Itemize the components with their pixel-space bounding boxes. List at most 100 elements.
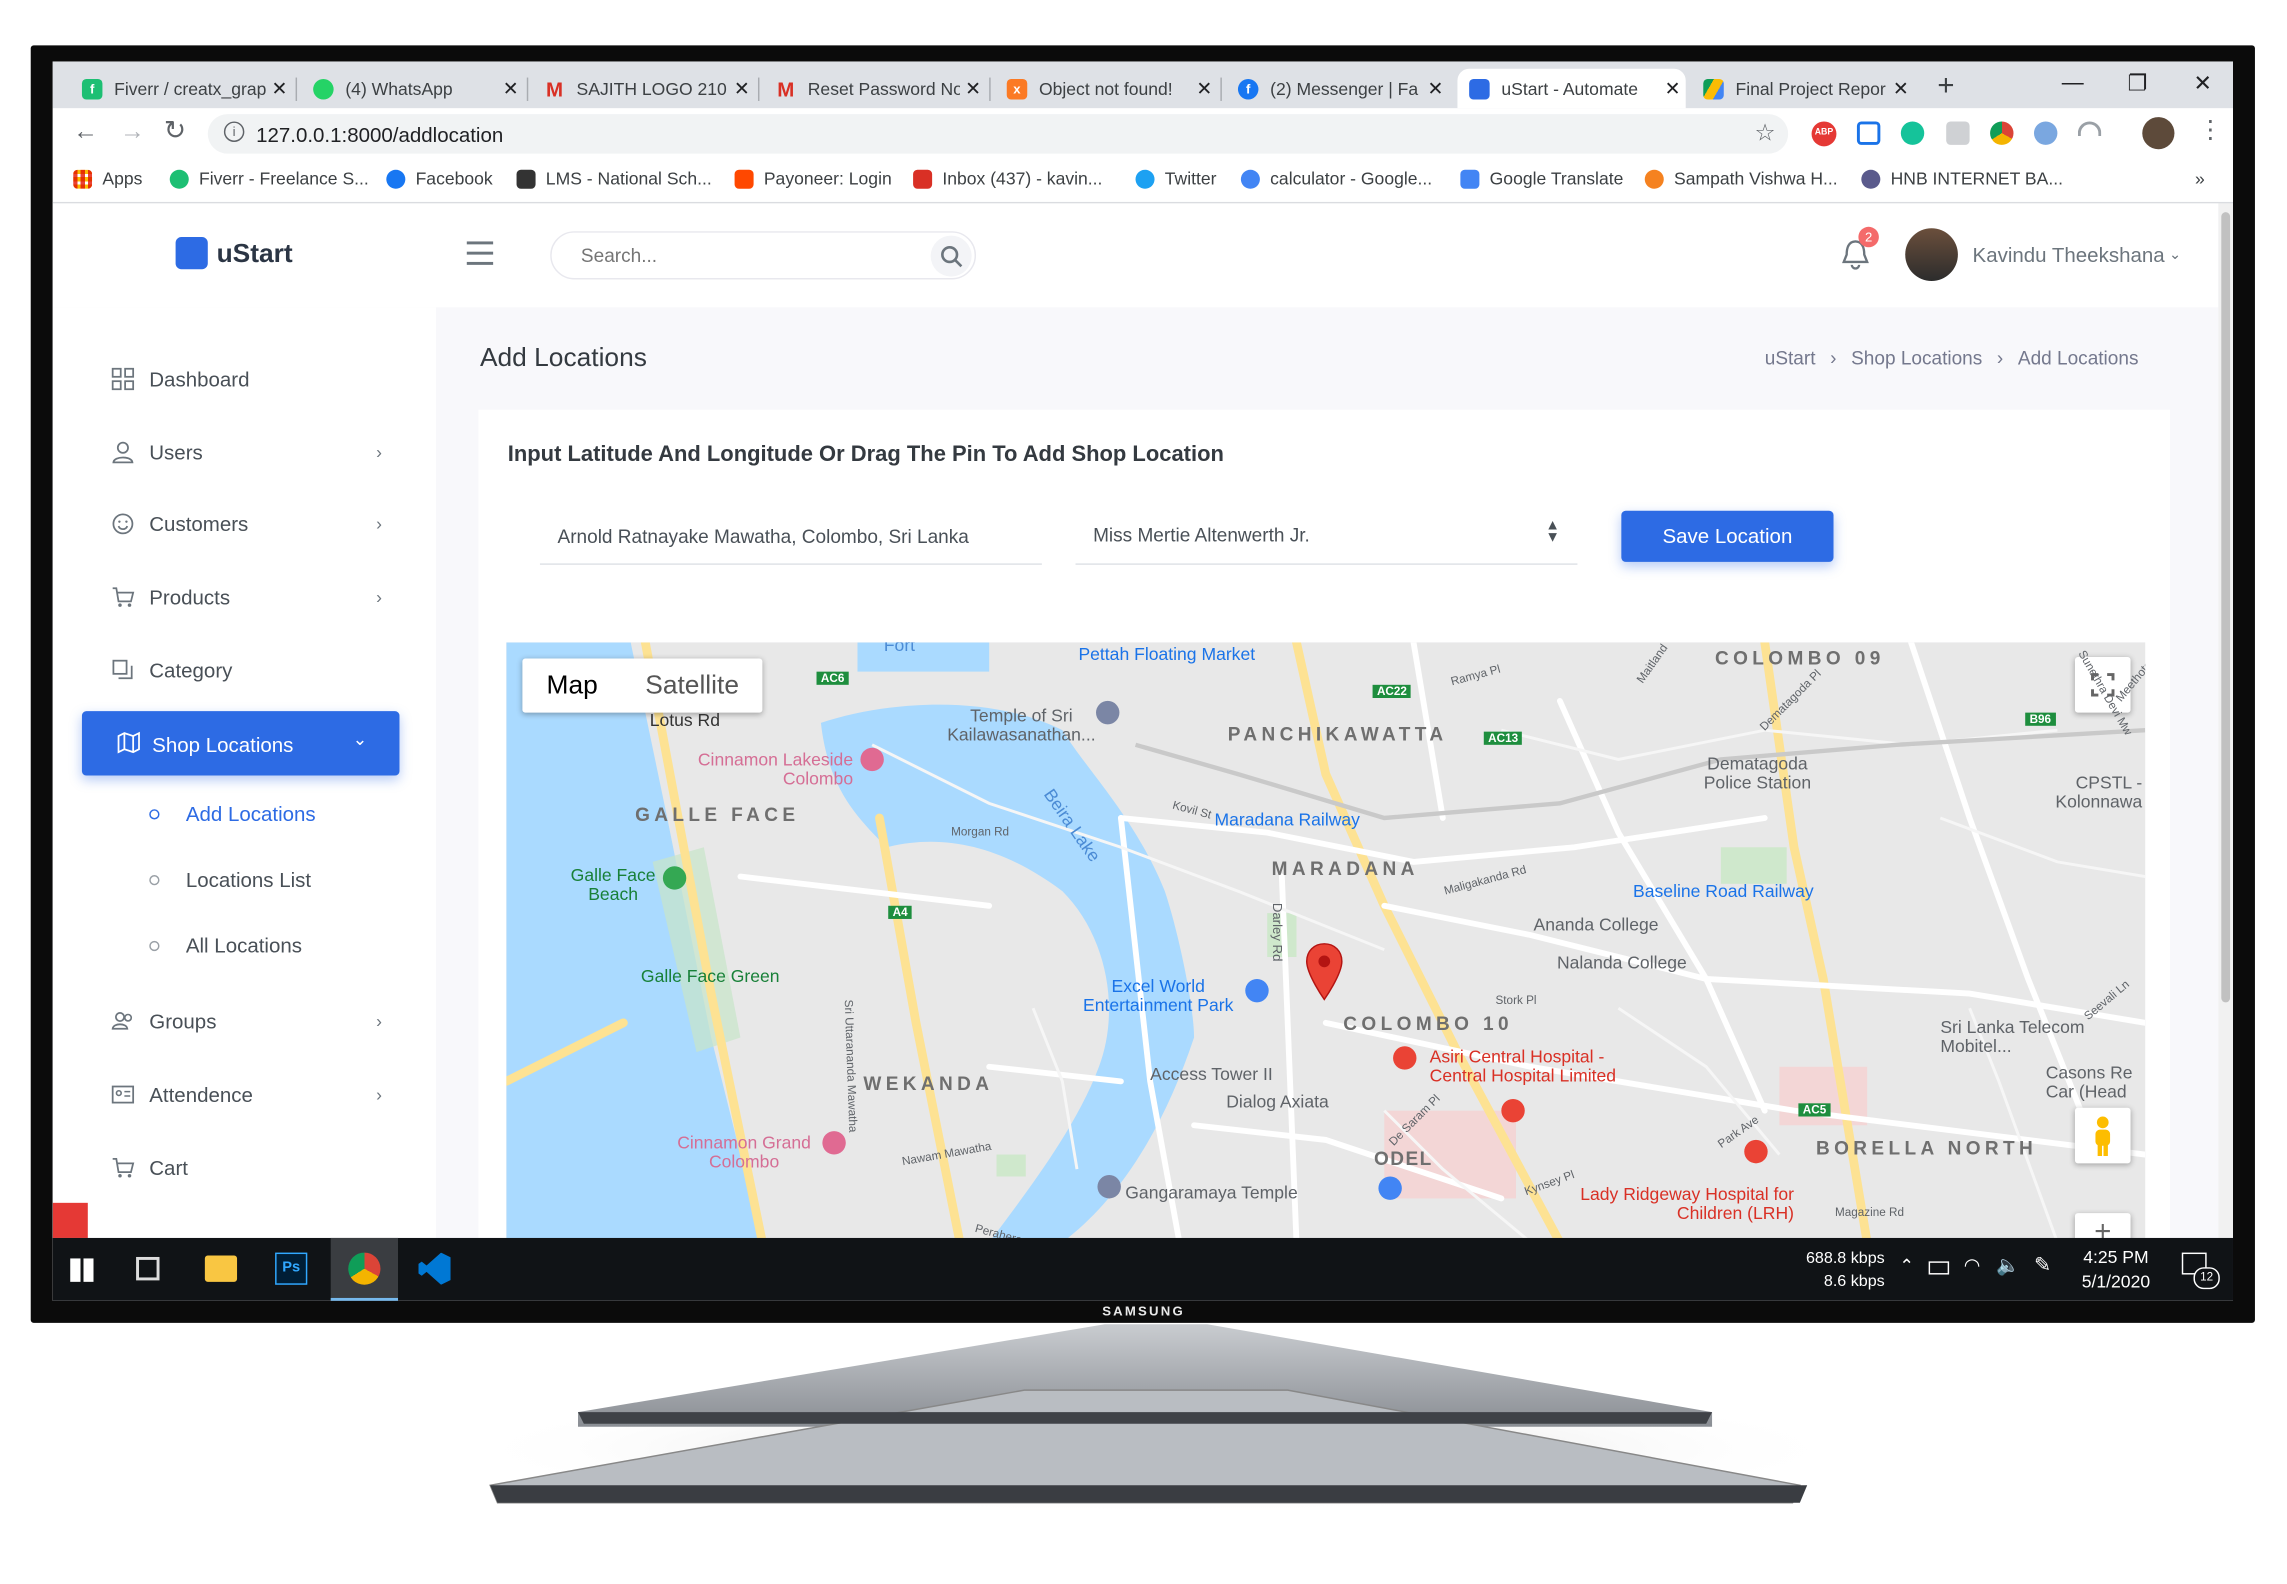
sidebar-item-cart[interactable]: Cart	[111, 1153, 374, 1182]
close-tab-icon[interactable]: ✕	[1659, 77, 1685, 100]
sidebar-subitem-all-locations[interactable]: All Locations	[149, 934, 302, 957]
windows-start-icon[interactable]	[70, 1258, 94, 1282]
map-place[interactable]: Cinnamon Lakeside Colombo	[685, 750, 853, 789]
map-place[interactable]: Maradana Railway	[1215, 809, 1360, 829]
extension-icon[interactable]	[1990, 121, 2014, 145]
close-tab-icon[interactable]: ✕	[1888, 77, 1914, 100]
bookmark-item[interactable]: LMS - National Sch...	[516, 168, 712, 189]
minimize-button[interactable]: —	[2062, 70, 2084, 95]
chevron-up-icon[interactable]: ⌃	[1899, 1256, 1914, 1276]
map-place[interactable]: Ananda College	[1534, 915, 1659, 935]
sidebar-item-category[interactable]: Category	[111, 656, 374, 685]
sidebar-item-customers[interactable]: Customers ›	[111, 509, 382, 538]
map-type-satellite-button[interactable]: Satellite	[622, 658, 762, 712]
address-bar[interactable]: i 127.0.0.1:8000/addlocation ☆	[207, 114, 1789, 154]
bookmark-item[interactable]: Inbox (437) - kavin...	[913, 168, 1102, 189]
extension-icon[interactable]	[1946, 121, 1970, 145]
pen-icon[interactable]: ✎	[2034, 1253, 2051, 1278]
bookmark-item[interactable]: Google Translate	[1460, 168, 1623, 189]
bookmark-item[interactable]: Facebook	[386, 168, 493, 189]
maximize-button[interactable]: ❐	[2128, 70, 2148, 97]
sidebar-item-users[interactable]: Users ›	[111, 438, 382, 467]
bookmark-apps[interactable]: Apps	[73, 168, 142, 189]
extension-icon[interactable]	[2077, 121, 2102, 137]
map-place[interactable]: Galle Face Beach	[562, 866, 664, 904]
zoom-in-button[interactable]: +	[2074, 1213, 2131, 1238]
map-place[interactable]: Temple of Sri Kailawasanathan...	[935, 706, 1108, 745]
forward-arrow-icon[interactable]: →	[120, 117, 145, 146]
wifi-icon[interactable]: ◠	[1964, 1254, 1981, 1277]
sidebar-item-products[interactable]: Products ›	[111, 582, 382, 611]
bookmark-item[interactable]: Twitter	[1135, 168, 1217, 189]
address-input[interactable]: Arnold Ratnayake Mawatha, Colombo, Sri L…	[539, 512, 1042, 565]
close-tab-icon[interactable]: ✕	[266, 77, 292, 100]
browser-tab[interactable]: M Reset Password No ✕	[764, 69, 986, 109]
bookmark-item[interactable]: Sampath Vishwa H...	[1644, 168, 1838, 189]
back-arrow-icon[interactable]: ←	[73, 117, 98, 146]
page-scrollbar[interactable]	[2218, 203, 2233, 1238]
map-place[interactable]: Access Tower II	[1150, 1064, 1273, 1084]
bookmarks-overflow[interactable]: »	[2195, 168, 2205, 188]
map-place[interactable]: CPSTL - Kolonnawa Terminal	[1996, 774, 2142, 812]
map-place[interactable]: Lady Ridgeway Hospital for Children (LRH…	[1575, 1185, 1794, 1223]
sidebar-item-groups[interactable]: Groups ›	[111, 1007, 382, 1036]
extension-icon[interactable]	[2033, 121, 2058, 145]
breadcrumb-item[interactable]: uStart	[1765, 347, 1816, 369]
map-place[interactable]: Nalanda College	[1557, 953, 1687, 973]
shop-select[interactable]: Miss Mertie Altenwerth Jr. ▲ ▼	[1075, 512, 1578, 565]
user-avatar[interactable]	[1905, 228, 1958, 281]
close-window-button[interactable]: ✕	[2193, 70, 2211, 97]
extension-icon[interactable]	[1856, 121, 1881, 145]
app-logo[interactable]: uStart	[175, 237, 293, 270]
browser-tab[interactable]: x Object not found! ✕	[995, 69, 1217, 109]
user-menu[interactable]: Kavindu Theekshana ⌄	[1973, 243, 2182, 266]
battery-icon[interactable]	[1928, 1261, 1950, 1275]
map-place[interactable]: Asiri Central Hospital - Central Hospita…	[1430, 1047, 1664, 1086]
task-view-icon[interactable]	[136, 1256, 160, 1281]
map-place[interactable]: Galle Face Green	[641, 966, 780, 986]
map-place[interactable]: Excel World Entertainment Park	[1067, 977, 1250, 1015]
sidebar-item-attendence[interactable]: Attendence ›	[111, 1080, 382, 1109]
sidebar-item-shop-locations[interactable]: Shop Locations ⌄	[81, 711, 400, 776]
menu-kebab-icon[interactable]: ⋮	[2198, 116, 2223, 145]
search-input[interactable]	[578, 242, 906, 268]
map-place[interactable]: Sri Lanka Telecom Mobitel...	[1940, 1018, 2108, 1056]
scrollbar-thumb[interactable]	[2221, 212, 2231, 1003]
map-place[interactable]: Casons Re Car (Head Of	[2046, 1064, 2146, 1102]
map-type-map-button[interactable]: Map	[522, 658, 622, 712]
reload-icon[interactable]: ↻	[164, 116, 186, 147]
search-icon[interactable]	[930, 235, 972, 277]
browser-tab[interactable]: M SAJITH LOGO 210 ✕	[533, 69, 755, 109]
bookmark-item[interactable]: Fiverr - Freelance S...	[169, 168, 369, 189]
save-location-button[interactable]: Save Location	[1621, 510, 1834, 562]
map-place[interactable]: Pettah Floating Market	[1078, 644, 1255, 664]
vscode-icon[interactable]	[418, 1252, 451, 1285]
file-explorer-icon[interactable]	[204, 1255, 238, 1282]
sidebar-subitem-locations-list[interactable]: Locations List	[149, 868, 311, 891]
close-tab-icon[interactable]: ✕	[1422, 77, 1448, 100]
map-place[interactable]: Dialog Axiata	[1226, 1092, 1328, 1112]
browser-tab[interactable]: (4) WhatsApp ✕	[301, 69, 523, 109]
browser-tab[interactable]: Final Project Repor ✕	[1692, 69, 1914, 109]
clock[interactable]: 4:25 PM 5/1/2020	[2072, 1245, 2160, 1295]
map-place[interactable]: Gangaramaya Temple	[1125, 1182, 1297, 1202]
sidebar-item-dashboard[interactable]: Dashboard	[111, 364, 374, 393]
map[interactable]: Map Satellite + COLOMBO 09 PANCHIKAWATTA…	[506, 642, 2146, 1238]
map-place[interactable]: Baseline Road Railway	[1633, 881, 1814, 901]
browser-tab[interactable]: f Fiverr / creatx_grap ✕	[70, 69, 292, 109]
close-tab-icon[interactable]: ✕	[960, 77, 986, 100]
bookmark-item[interactable]: calculator - Google...	[1240, 168, 1432, 189]
browser-tab[interactable]: f (2) Messenger | Fa ✕	[1226, 69, 1448, 109]
hamburger-menu-icon[interactable]	[466, 241, 494, 265]
bookmark-star-icon[interactable]: ☆	[1754, 119, 1775, 148]
profile-avatar[interactable]	[2142, 117, 2175, 150]
bookmark-item[interactable]: Payoneer: Login	[734, 168, 892, 189]
map-place[interactable]: Dematagoda Police Station	[1692, 754, 1824, 793]
close-tab-icon[interactable]: ✕	[498, 77, 524, 100]
close-tab-icon[interactable]: ✕	[729, 77, 755, 100]
grammarly-extension-icon[interactable]	[1900, 121, 1925, 145]
new-tab-button[interactable]: +	[1937, 70, 1954, 104]
map-place[interactable]: Cinnamon Grand Colombo	[667, 1133, 821, 1172]
photoshop-icon[interactable]: Ps	[275, 1252, 308, 1285]
sidebar-subitem-add-locations[interactable]: Add Locations	[149, 802, 316, 825]
